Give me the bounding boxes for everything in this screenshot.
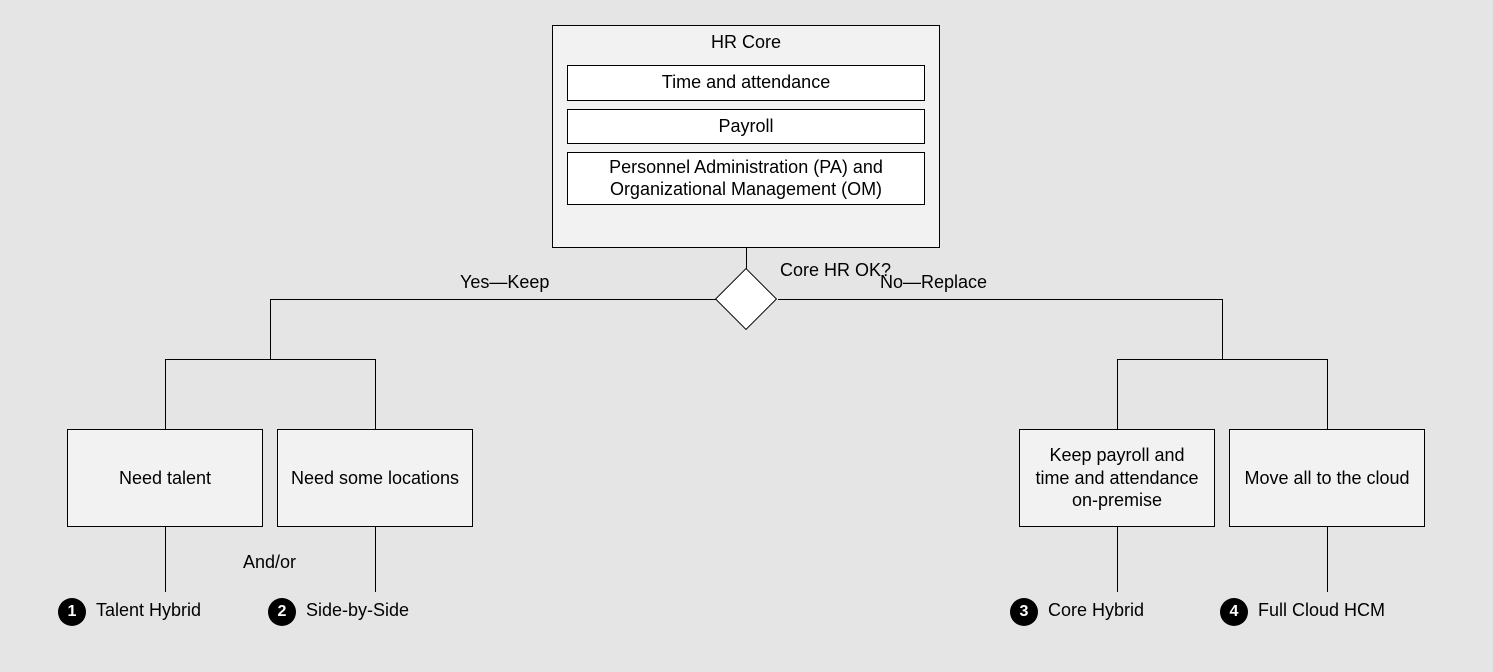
andor-label: And/or [243,552,296,573]
result-label-4: Full Cloud HCM [1258,600,1385,621]
core-item-time: Time and attendance [567,65,925,101]
connector [375,527,376,592]
hr-core-title: HR Core [553,26,939,57]
branch-no-label: No—Replace [880,272,987,293]
option-move-cloud: Move all to the cloud [1229,429,1425,527]
option-need-talent: Need talent [67,429,263,527]
connector [1117,359,1118,429]
diagram-canvas: HR Core Time and attendance Payroll Pers… [0,0,1493,672]
connector [375,359,376,429]
option-text: Need talent [119,467,211,490]
option-need-locations: Need some locations [277,429,473,527]
core-item-payroll: Payroll [567,109,925,145]
result-badge-3: 3 [1010,598,1038,626]
branch-yes-label: Yes—Keep [460,272,549,293]
connector [1327,527,1328,592]
decision-diamond [715,268,777,330]
option-text: Move all to the cloud [1244,467,1409,490]
result-badge-2: 2 [268,598,296,626]
connector [165,527,166,592]
connector [778,299,1222,300]
option-text: Keep payroll and time and attendance on-… [1030,444,1204,512]
connector [270,299,271,359]
connector [1117,359,1327,360]
result-label-2: Side-by-Side [306,600,409,621]
decision-question: Core HR OK? [780,260,891,281]
result-badge-1: 1 [58,598,86,626]
result-badge-4: 4 [1220,598,1248,626]
option-keep-onprem: Keep payroll and time and attendance on-… [1019,429,1215,527]
option-text: Need some locations [291,467,459,490]
hr-core-box: HR Core Time and attendance Payroll Pers… [552,25,940,248]
connector [1327,359,1328,429]
connector [1117,527,1118,592]
connector [1222,299,1223,359]
connector [165,359,375,360]
connector [270,299,716,300]
result-label-3: Core Hybrid [1048,600,1144,621]
core-item-pa-om: Personnel Administration (PA) and Organi… [567,152,925,205]
result-label-1: Talent Hybrid [96,600,201,621]
connector [165,359,166,429]
